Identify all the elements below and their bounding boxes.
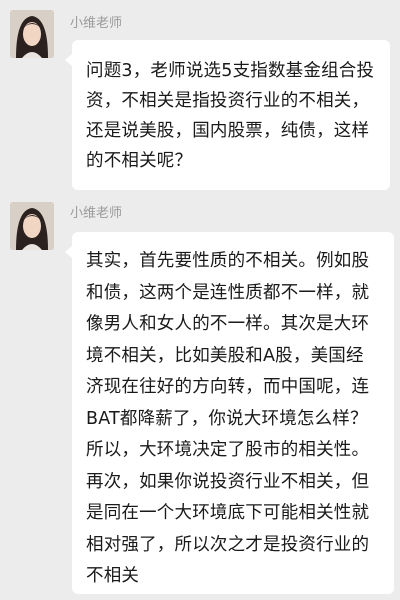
user-photo-icon <box>10 202 54 250</box>
avatar[interactable] <box>10 10 54 58</box>
user-photo-icon <box>10 10 54 58</box>
sender-name: 小维老师 <box>70 206 123 221</box>
message-bubble[interactable]: 其实，首先要性质的不相关。例如股和债，这两个是连性质都不一样，就像男人和女人的不… <box>65 232 394 594</box>
chat-message: 小维老师 问题3，老师说选5支指数基金组合投资，不相关是指投资行业的不相关，还是… <box>0 0 400 196</box>
sender-name: 小维老师 <box>70 16 123 31</box>
avatar[interactable] <box>10 202 54 250</box>
chat-message: 小维老师 其实，首先要性质的不相关。例如股和债，这两个是连性质都不一样，就像男人… <box>0 196 400 600</box>
message-bubble[interactable]: 问题3，老师说选5支指数基金组合投资，不相关是指投资行业的不相关，还是说美股，国… <box>65 40 390 190</box>
